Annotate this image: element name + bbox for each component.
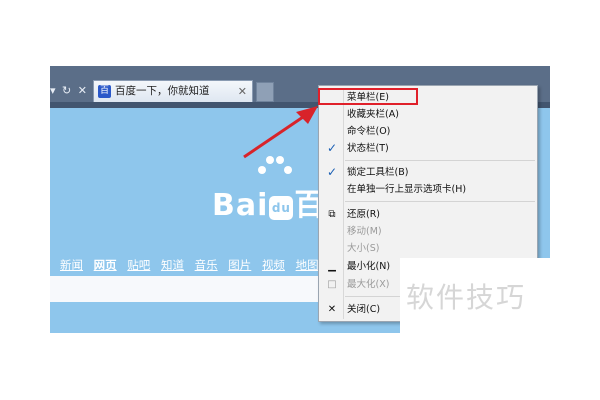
menu-item-label: 移动(M)	[347, 226, 382, 237]
menu-item-label: 锁定工具栏(B)	[347, 167, 409, 178]
menu-item-status-bar[interactable]: ✓ 状态栏(T)	[319, 140, 537, 157]
menu-item-move: 移动(M)	[319, 223, 537, 240]
nav-link-web[interactable]: 网页	[94, 258, 117, 272]
nav-buttons: ▾ ↻ ✕	[50, 82, 92, 100]
dropdown-icon[interactable]: ▾	[50, 82, 56, 100]
watermark-text: 软件技巧	[406, 281, 527, 314]
minimize-icon: ▁	[328, 261, 336, 272]
tab-close-icon[interactable]: ✕	[238, 81, 247, 102]
menu-item-label: 状态栏(T)	[347, 143, 389, 154]
menu-item-size: 大小(S)	[319, 240, 537, 257]
logo-paw-icon: du	[269, 196, 294, 220]
stop-icon[interactable]: ✕	[78, 82, 87, 100]
menu-item-label: 最小化(N)	[347, 261, 391, 272]
new-tab-button[interactable]	[256, 82, 274, 102]
menu-item-label: 关闭(C)	[347, 304, 381, 315]
checkmark-icon: ✓	[326, 165, 338, 179]
nav-link-video[interactable]: 视频	[262, 258, 285, 272]
highlight-box-menubar	[318, 88, 418, 105]
refresh-icon[interactable]: ↻	[62, 82, 71, 100]
menu-item-lock-toolbars[interactable]: ✓ 锁定工具栏(B)	[319, 164, 537, 181]
logo-text-left: Bai	[212, 188, 269, 223]
menu-separator	[345, 201, 535, 202]
baidu-nav-links: 新闻 网页 贴吧 知道 音乐 图片 视频 地图	[60, 257, 326, 273]
restore-icon: ⧉	[328, 209, 336, 220]
menu-item-label: 大小(S)	[347, 243, 380, 254]
baidu-favicon-icon: 百	[98, 85, 111, 98]
nav-link-news[interactable]: 新闻	[60, 258, 83, 272]
menu-item-label: 还原(R)	[347, 209, 381, 220]
menu-item-label: 在单独一行上显示选项卡(H)	[347, 184, 467, 195]
nav-link-map[interactable]: 地图	[296, 258, 319, 272]
checkmark-icon: ✓	[326, 141, 338, 155]
nav-link-music[interactable]: 音乐	[195, 258, 218, 272]
menu-item-tabs-separate-row[interactable]: 在单独一行上显示选项卡(H)	[319, 181, 537, 198]
tab-title: 百度一下，你就知道	[115, 85, 210, 97]
menu-item-restore[interactable]: ⧉ 还原(R)	[319, 206, 537, 223]
nav-link-tieba[interactable]: 贴吧	[127, 258, 150, 272]
maximize-icon: □	[327, 279, 337, 290]
menu-item-label: 收藏夹栏(A)	[347, 109, 399, 120]
menu-separator	[345, 160, 535, 161]
baidu-logo: Bai du 百	[212, 180, 325, 224]
menu-item-favorites-bar[interactable]: 收藏夹栏(A)	[319, 106, 537, 123]
menu-item-label: 命令栏(O)	[347, 126, 391, 137]
close-icon: ✕	[327, 304, 337, 315]
nav-link-zhidao[interactable]: 知道	[161, 258, 184, 272]
nav-link-images[interactable]: 图片	[228, 258, 251, 272]
browser-tab[interactable]: 百 百度一下，你就知道 ✕	[93, 80, 253, 102]
paw-logo-icon	[258, 156, 292, 178]
menu-item-label: 最大化(X)	[347, 279, 390, 290]
menu-item-command-bar[interactable]: 命令栏(O)	[319, 123, 537, 140]
